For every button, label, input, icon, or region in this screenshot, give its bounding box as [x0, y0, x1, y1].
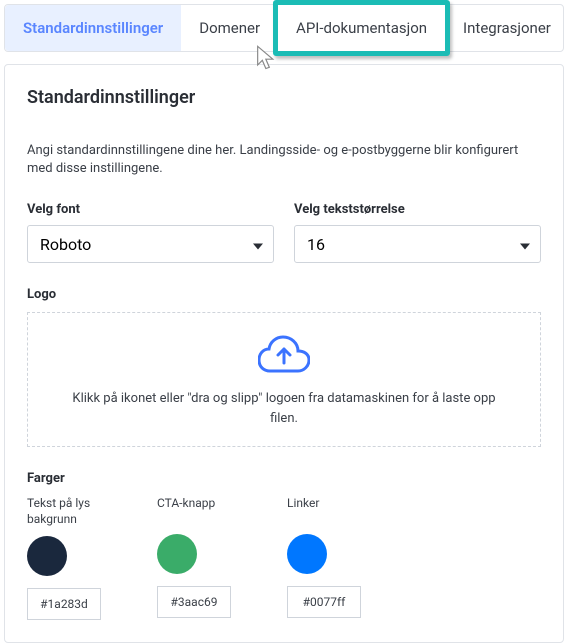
color-label: CTA-knapp [157, 496, 247, 526]
logo-upload[interactable]: Klikk på ikonet eller "dra og slipp" log… [27, 312, 541, 447]
colors-label: Farger [27, 471, 541, 486]
tab-integrasjoner[interactable]: Integrasjoner [445, 5, 568, 51]
panel-description: Angi standardinnstillingene dine her. La… [27, 142, 541, 178]
color-item-cta: CTA-knapp [157, 496, 247, 619]
cloud-upload-icon [68, 335, 500, 379]
tab-api-label: API-dokumentasjon [296, 19, 427, 37]
panel-title: Standardinnstillinger [27, 87, 541, 108]
color-item-text: Tekst på lys bakgrunn [27, 496, 117, 619]
tab-domener[interactable]: Domener [181, 5, 278, 51]
color-hex-input[interactable] [27, 588, 101, 620]
tab-api[interactable]: API-dokumentasjon [278, 5, 445, 51]
color-label: Linker [287, 496, 377, 526]
color-swatch[interactable] [157, 534, 197, 574]
color-swatch[interactable] [287, 534, 327, 574]
logo-label: Logo [27, 287, 541, 302]
settings-panel: Standardinnstillinger Angi standardinnst… [4, 64, 564, 643]
caret-down-icon [520, 235, 530, 254]
size-select[interactable]: 16 [294, 225, 541, 263]
font-label: Velg font [27, 202, 274, 217]
tabs-bar: Standardinnstillinger Domener API-dokume… [4, 4, 564, 52]
caret-down-icon [253, 235, 263, 254]
color-swatch[interactable] [27, 536, 67, 576]
tab-standard[interactable]: Standardinnstillinger [5, 5, 181, 51]
color-hex-input[interactable] [287, 586, 361, 618]
font-select-value: Roboto [40, 235, 91, 254]
size-select-value: 16 [307, 235, 325, 254]
color-item-links: Linker [287, 496, 377, 619]
color-hex-input[interactable] [157, 586, 231, 618]
size-label: Velg tekststørrelse [294, 202, 541, 217]
colors-row: Tekst på lys bakgrunn CTA-knapp Linker [27, 496, 541, 619]
logo-upload-instruction: Klikk på ikonet eller "dra og slipp" log… [68, 389, 500, 428]
font-select[interactable]: Roboto [27, 225, 274, 263]
color-label: Tekst på lys bakgrunn [27, 496, 117, 527]
